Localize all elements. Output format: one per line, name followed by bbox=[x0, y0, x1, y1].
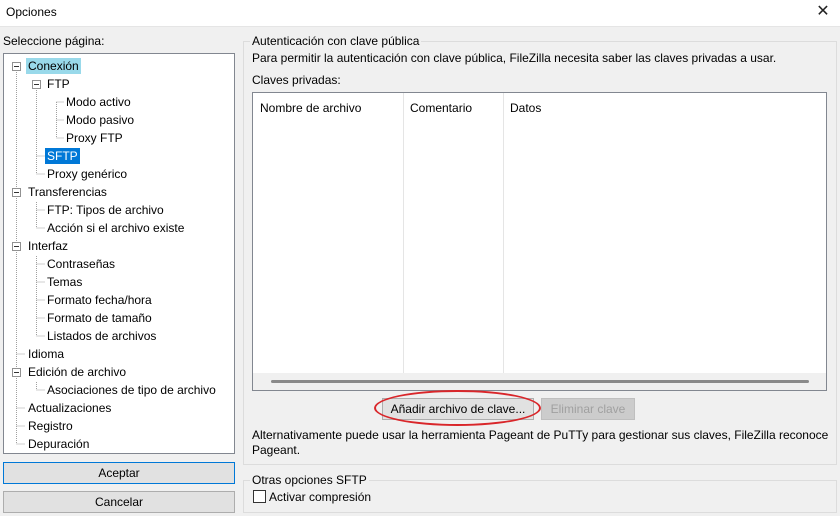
select-page-label: Seleccione página: bbox=[3, 34, 105, 48]
tree-item-conexion[interactable]: Conexión bbox=[26, 58, 81, 74]
tree-item-edicion-archivo[interactable]: Edición de archivo bbox=[26, 364, 128, 380]
pubkey-description: Para permitir la autenticación con clave… bbox=[252, 51, 777, 65]
tree-item-contrasenas[interactable]: Contraseñas bbox=[45, 256, 117, 272]
column-separator bbox=[503, 93, 504, 373]
tree-item-ftp[interactable]: FTP bbox=[45, 76, 72, 92]
pageant-note-line2: Pageant. bbox=[252, 443, 301, 457]
tree-item-sftp[interactable]: SFTP bbox=[45, 148, 80, 164]
pageant-note-line1: Alternativamente puede usar la herramien… bbox=[252, 428, 829, 442]
compression-checkbox[interactable] bbox=[253, 490, 266, 503]
tree-item-formato-tamano[interactable]: Formato de tamaño bbox=[45, 310, 154, 326]
tree-item-listados-archivos[interactable]: Listados de archivos bbox=[45, 328, 158, 344]
tree-item-registro[interactable]: Registro bbox=[26, 418, 75, 434]
private-keys-label: Claves privadas: bbox=[252, 73, 341, 87]
column-separator bbox=[403, 93, 404, 373]
column-header-data[interactable]: Datos bbox=[510, 101, 541, 115]
accept-button[interactable]: Aceptar bbox=[3, 462, 235, 484]
tree-item-proxy-generico[interactable]: Proxy genérico bbox=[45, 166, 129, 182]
column-header-comment[interactable]: Comentario bbox=[410, 101, 472, 115]
tree-item-actualizaciones[interactable]: Actualizaciones bbox=[26, 400, 113, 416]
horizontal-scrollbar[interactable] bbox=[253, 373, 826, 390]
tree-item-proxy-ftp[interactable]: Proxy FTP bbox=[64, 130, 125, 146]
compression-label[interactable]: Activar compresión bbox=[269, 490, 371, 504]
tree-item-idioma[interactable]: Idioma bbox=[26, 346, 66, 362]
tree-item-ftp-tipos-archivo[interactable]: FTP: Tipos de archivo bbox=[45, 202, 166, 218]
close-icon[interactable]: ✕ bbox=[806, 0, 840, 26]
tree-item-accion-archivo-existe[interactable]: Acción si el archivo existe bbox=[45, 220, 186, 236]
horizontal-scrollbar-thumb[interactable] bbox=[271, 380, 809, 383]
interfaz-collapse-icon[interactable] bbox=[12, 242, 21, 251]
tree-item-asociaciones-tipo-archivo[interactable]: Asociaciones de tipo de archivo bbox=[45, 382, 218, 398]
sftp-other-group-title: Otras opciones SFTP bbox=[250, 473, 369, 487]
cancel-button[interactable]: Cancelar bbox=[3, 491, 235, 513]
column-header-filename[interactable]: Nombre de archivo bbox=[260, 101, 361, 115]
window-title: Opciones bbox=[6, 5, 57, 19]
transferencias-collapse-icon[interactable] bbox=[12, 188, 21, 197]
ftp-collapse-icon[interactable] bbox=[32, 80, 41, 89]
private-keys-list[interactable]: Nombre de archivo Comentario Datos bbox=[252, 92, 827, 391]
highlight-annotation-ellipse bbox=[374, 390, 541, 426]
tree-item-modo-pasivo[interactable]: Modo pasivo bbox=[64, 112, 136, 128]
remove-key-button[interactable]: Eliminar clave bbox=[541, 398, 635, 420]
tree-item-formato-fecha-hora[interactable]: Formato fecha/hora bbox=[45, 292, 154, 308]
pubkey-group-title: Autenticación con clave pública bbox=[250, 34, 422, 48]
tree-item-interfaz[interactable]: Interfaz bbox=[26, 238, 70, 254]
tree-item-depuracion[interactable]: Depuración bbox=[26, 436, 91, 452]
edicion-collapse-icon[interactable] bbox=[12, 368, 21, 377]
tree-item-temas[interactable]: Temas bbox=[45, 274, 84, 290]
page-tree[interactable]: Conexión FTP Modo activo Modo pasivo Pro… bbox=[3, 53, 235, 454]
title-bar: Opciones ✕ bbox=[0, 0, 840, 27]
conexion-collapse-icon[interactable] bbox=[12, 62, 21, 71]
tree-item-modo-activo[interactable]: Modo activo bbox=[64, 94, 133, 110]
tree-item-transferencias[interactable]: Transferencias bbox=[26, 184, 109, 200]
